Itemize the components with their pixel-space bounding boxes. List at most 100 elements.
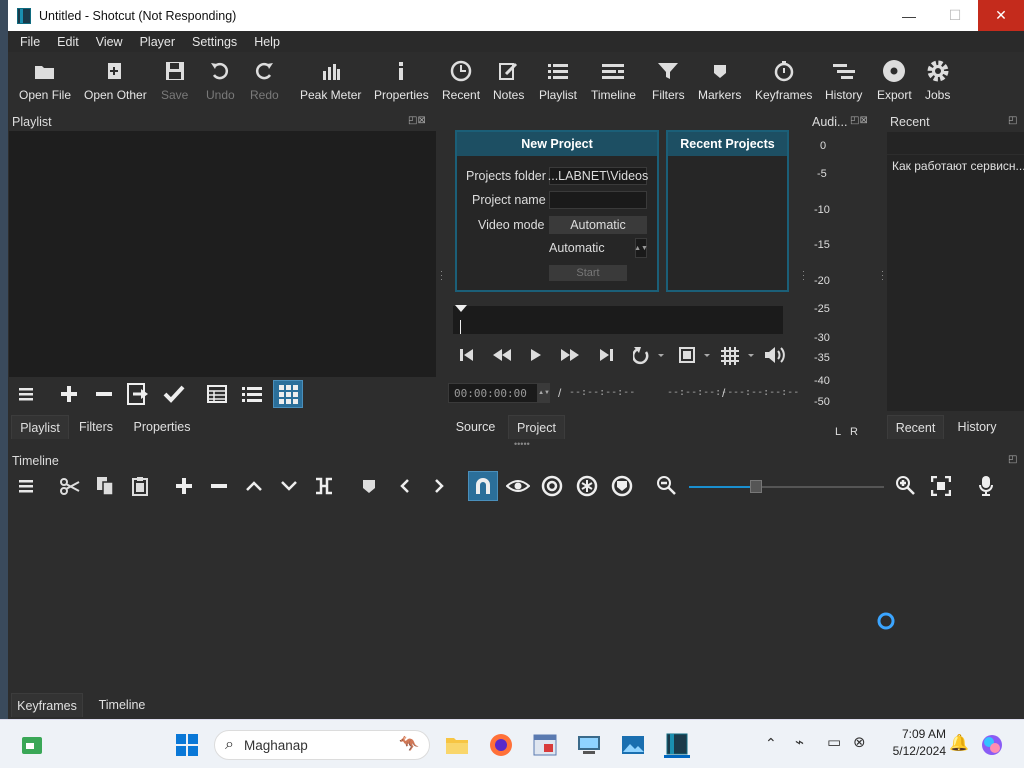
export-button[interactable]: Export (877, 58, 912, 102)
chevron-up-icon[interactable]: ⌃ (765, 735, 777, 752)
keyframes-button[interactable]: Keyframes (755, 58, 812, 102)
desktop-widget-icon[interactable] (19, 732, 45, 758)
tab-timeline[interactable]: Timeline (88, 693, 156, 717)
update-icon[interactable] (126, 382, 152, 406)
recent-button[interactable]: Recent (442, 58, 480, 102)
add-icon[interactable] (58, 383, 80, 405)
float-icon[interactable]: ◰⊠ (850, 115, 868, 126)
zoom-out-icon[interactable] (656, 475, 678, 497)
splitter-handle[interactable]: · · · (802, 267, 806, 284)
timeline-area[interactable] (8, 501, 1024, 689)
windows-start-icon[interactable] (174, 732, 200, 758)
save-button[interactable]: Save (161, 58, 188, 102)
playhead-icon[interactable] (455, 305, 467, 312)
file-explorer-icon[interactable] (444, 732, 470, 758)
open-file-button[interactable]: Open File (19, 58, 71, 102)
close-button[interactable]: ✕ (978, 0, 1024, 31)
remove-icon[interactable] (93, 383, 115, 405)
properties-button[interactable]: Properties (374, 58, 429, 102)
tab-properties[interactable]: Properties (124, 415, 200, 439)
playlist-area[interactable] (9, 131, 436, 377)
timeline-menu-icon[interactable] (16, 475, 38, 497)
splitter-handle[interactable]: · · · (881, 267, 885, 284)
timecode-field[interactable]: 00:00:00:00 (448, 383, 538, 403)
menu-help[interactable]: Help (244, 35, 287, 49)
notes-button[interactable]: Notes (493, 58, 524, 102)
ripple-markers-icon[interactable] (611, 475, 633, 497)
timeline-button[interactable]: Timeline (591, 58, 636, 102)
photos-icon[interactable] (620, 732, 646, 758)
display-icon[interactable]: ▭ (827, 733, 841, 751)
redo-button[interactable]: Redo (250, 58, 279, 102)
playlist-menu-icon[interactable] (16, 383, 38, 405)
zoom-in-icon[interactable] (895, 475, 917, 497)
menu-settings[interactable]: Settings (182, 35, 244, 49)
tab-project[interactable]: Project (508, 415, 565, 439)
paste-icon[interactable] (129, 475, 151, 497)
timecode-spinner[interactable]: ▲▼ (538, 383, 550, 403)
skip-next-icon[interactable] (597, 344, 615, 366)
jobs-button[interactable]: Jobs (925, 58, 950, 102)
menu-view[interactable]: View (86, 35, 130, 49)
check-icon[interactable] (162, 383, 186, 405)
menu-file[interactable]: File (8, 35, 47, 49)
previous-marker-icon[interactable] (394, 475, 416, 497)
ripple-delete-icon[interactable] (208, 475, 230, 497)
float-icon[interactable]: ◰ (1008, 454, 1017, 465)
grid-icon[interactable] (717, 343, 757, 367)
video-mode-button[interactable]: Automatic (549, 216, 647, 234)
project-name-field[interactable] (549, 191, 647, 209)
volume-icon[interactable] (763, 343, 789, 367)
zoom-slider-handle[interactable] (750, 480, 762, 493)
icon-view-icon[interactable] (273, 380, 303, 408)
fast-forward-icon[interactable] (559, 344, 581, 366)
menu-edit[interactable]: Edit (47, 35, 86, 49)
playlist-button[interactable]: Playlist (539, 58, 577, 102)
list-item[interactable]: Как работают сервисн... (887, 155, 1024, 177)
splitter-handle[interactable]: · · · (440, 267, 444, 284)
scrub-audio-icon[interactable] (505, 475, 531, 497)
details-view-icon[interactable] (206, 383, 228, 405)
lift-icon[interactable] (243, 475, 265, 497)
split-icon[interactable] (313, 475, 335, 497)
loop-icon[interactable] (632, 343, 666, 367)
tab-source[interactable]: Source (448, 415, 503, 439)
rewind-icon[interactable] (491, 344, 513, 366)
overwrite-icon[interactable] (278, 475, 300, 497)
record-audio-icon[interactable] (975, 475, 997, 497)
list-view-icon[interactable] (241, 383, 263, 405)
tab-recent[interactable]: Recent (887, 415, 944, 439)
remote-desktop-icon[interactable] (576, 732, 602, 758)
accessibility-icon[interactable]: ⊗ (853, 733, 866, 751)
history-button[interactable]: History (825, 58, 862, 102)
tab-playlist[interactable]: Playlist (11, 415, 69, 439)
mode-spinner-arrows[interactable]: ▲▼ (634, 238, 648, 258)
peak-meter-button[interactable]: Peak Meter (300, 58, 361, 102)
splitter-handle[interactable]: ••••• (514, 439, 530, 449)
scissors-icon[interactable] (59, 475, 81, 497)
search-box[interactable]: ⌕ Maghanap 🦘 (214, 730, 430, 760)
minimize-button[interactable]: — (886, 0, 932, 31)
zoom-fit-timeline-icon[interactable] (930, 475, 952, 497)
menu-player[interactable]: Player (130, 35, 182, 49)
float-icon[interactable]: ◰ (1008, 115, 1017, 126)
snap-magnet-icon[interactable] (468, 471, 498, 501)
start-button[interactable]: Start (549, 265, 627, 281)
ripple-icon[interactable] (541, 475, 563, 497)
app-icon[interactable] (532, 732, 558, 758)
copy-icon[interactable] (94, 475, 116, 497)
tab-filters[interactable]: Filters (70, 415, 122, 439)
projects-folder-button[interactable]: ...LABNET\Videos (548, 167, 648, 185)
undo-button[interactable]: Undo (206, 58, 235, 102)
shotcut-taskbar-icon[interactable] (664, 732, 690, 758)
marker-icon[interactable] (358, 475, 380, 497)
maximize-button[interactable]: ☐ (932, 0, 978, 31)
append-icon[interactable] (173, 475, 195, 497)
tab-keyframes[interactable]: Keyframes (11, 693, 83, 717)
recent-list[interactable]: Как работают сервисн... (887, 155, 1024, 411)
play-icon[interactable] (526, 344, 546, 366)
skip-previous-icon[interactable] (458, 344, 476, 366)
firefox-icon[interactable] (488, 732, 514, 758)
filters-button[interactable]: Filters (652, 58, 685, 102)
recent-search-field[interactable] (887, 132, 1024, 154)
